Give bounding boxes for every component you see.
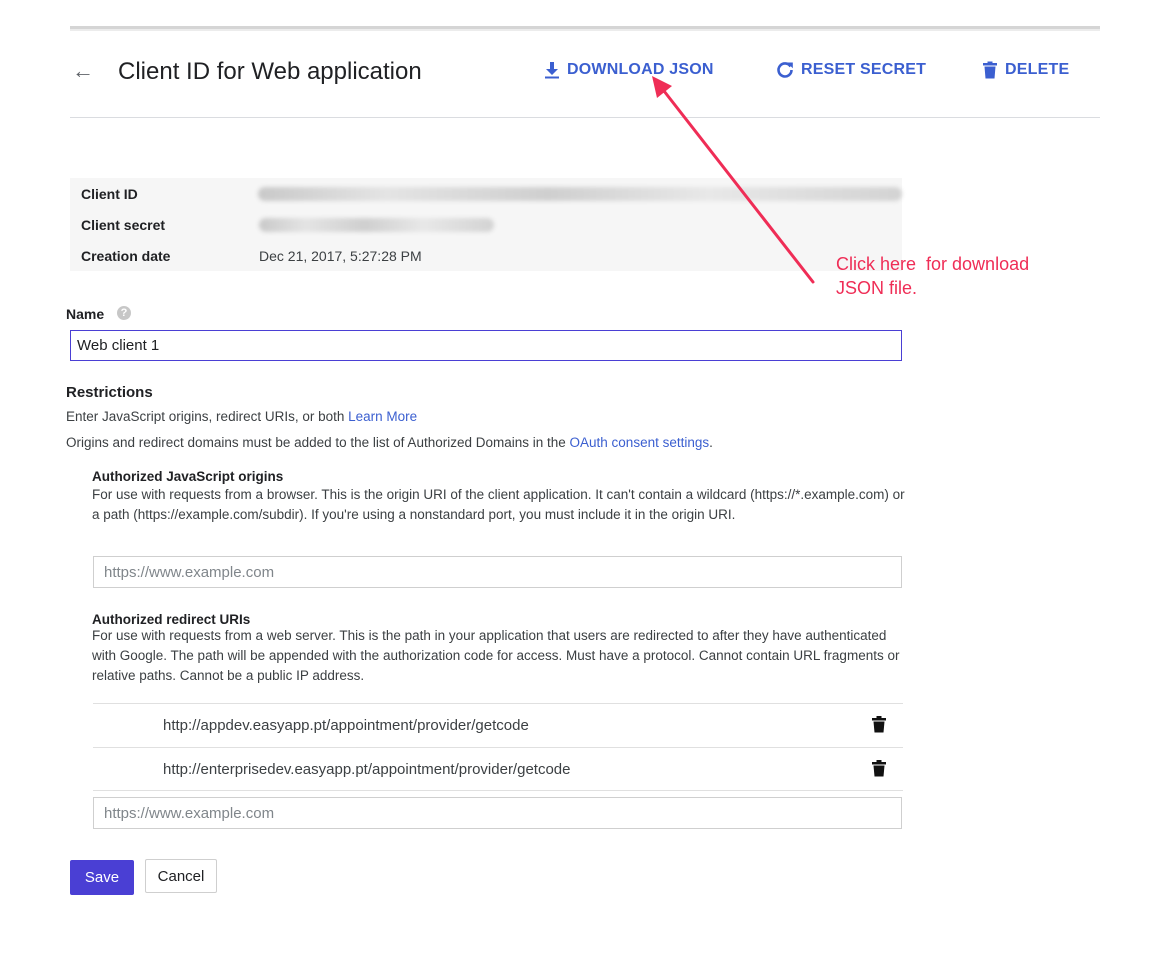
arrow-shaft <box>662 89 815 284</box>
arrow-head <box>652 76 672 98</box>
annotation-arrow <box>652 76 815 284</box>
